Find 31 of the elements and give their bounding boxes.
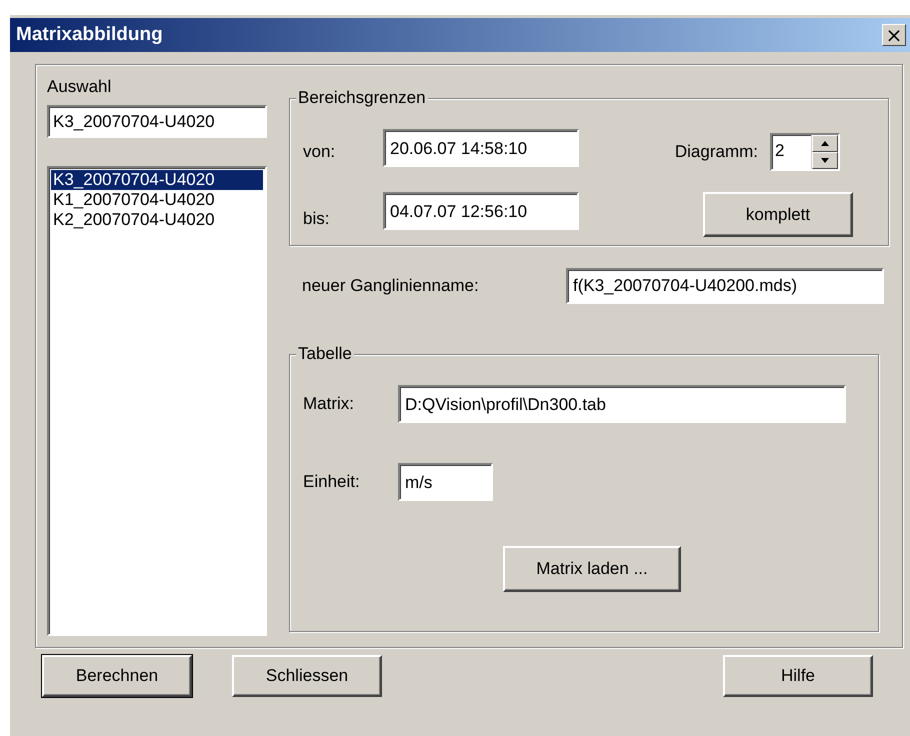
bis-label: bis:	[303, 208, 330, 228]
spin-up-button[interactable]	[812, 135, 838, 152]
einheit-label: Einheit:	[303, 472, 361, 492]
list-item[interactable]: K1_20070704-U4020	[51, 190, 263, 210]
name-label: neuer Ganglinienname:	[302, 276, 480, 296]
load-matrix-button[interactable]: Matrix laden ...	[503, 546, 681, 592]
spinner-value: 2	[774, 140, 786, 162]
list-item[interactable]: K3_20070704-U4020	[51, 170, 263, 190]
file-list[interactable]: K3_20070704-U4020 K1_20070704-U4020 K2_20070704-U4020	[47, 166, 267, 636]
komplett-button[interactable]: komplett	[703, 192, 853, 237]
diagramm-label: Diagramm:	[674, 142, 758, 162]
list-item[interactable]: K2_20070704-U4020	[51, 210, 263, 230]
von-label: von:	[303, 142, 336, 162]
down-arrow-icon	[820, 157, 830, 164]
diagram-spinner[interactable]: 2	[770, 133, 840, 171]
matrix-label: Matrix:	[303, 394, 355, 414]
auswahl-label: Auswahl	[47, 77, 112, 97]
dialog-button[interactable]: Berechnen	[42, 655, 192, 697]
up-arrow-icon	[820, 140, 830, 147]
selection-field[interactable]: K3_20070704-U4020	[47, 105, 267, 138]
unit-field[interactable]: m/s	[398, 463, 493, 501]
dialog-button[interactable]: Schliessen	[232, 655, 382, 697]
window-title: Matrixabbildung	[16, 24, 163, 46]
spin-down-button[interactable]	[812, 152, 838, 169]
name-field[interactable]: f(K3_20070704-U40200.mds)	[566, 268, 884, 304]
group-title: Bereichsgrenzen	[296, 88, 428, 108]
matrix-field[interactable]: D:QVision\profil\Dn300.tab	[398, 385, 846, 423]
close-button[interactable]: ×	[882, 24, 906, 46]
from-field[interactable]: 20.06.07 14:58:10	[383, 129, 579, 167]
to-field[interactable]: 04.07.07 12:56:10	[383, 192, 579, 230]
dialog-button[interactable]: Hilfe	[723, 655, 873, 697]
